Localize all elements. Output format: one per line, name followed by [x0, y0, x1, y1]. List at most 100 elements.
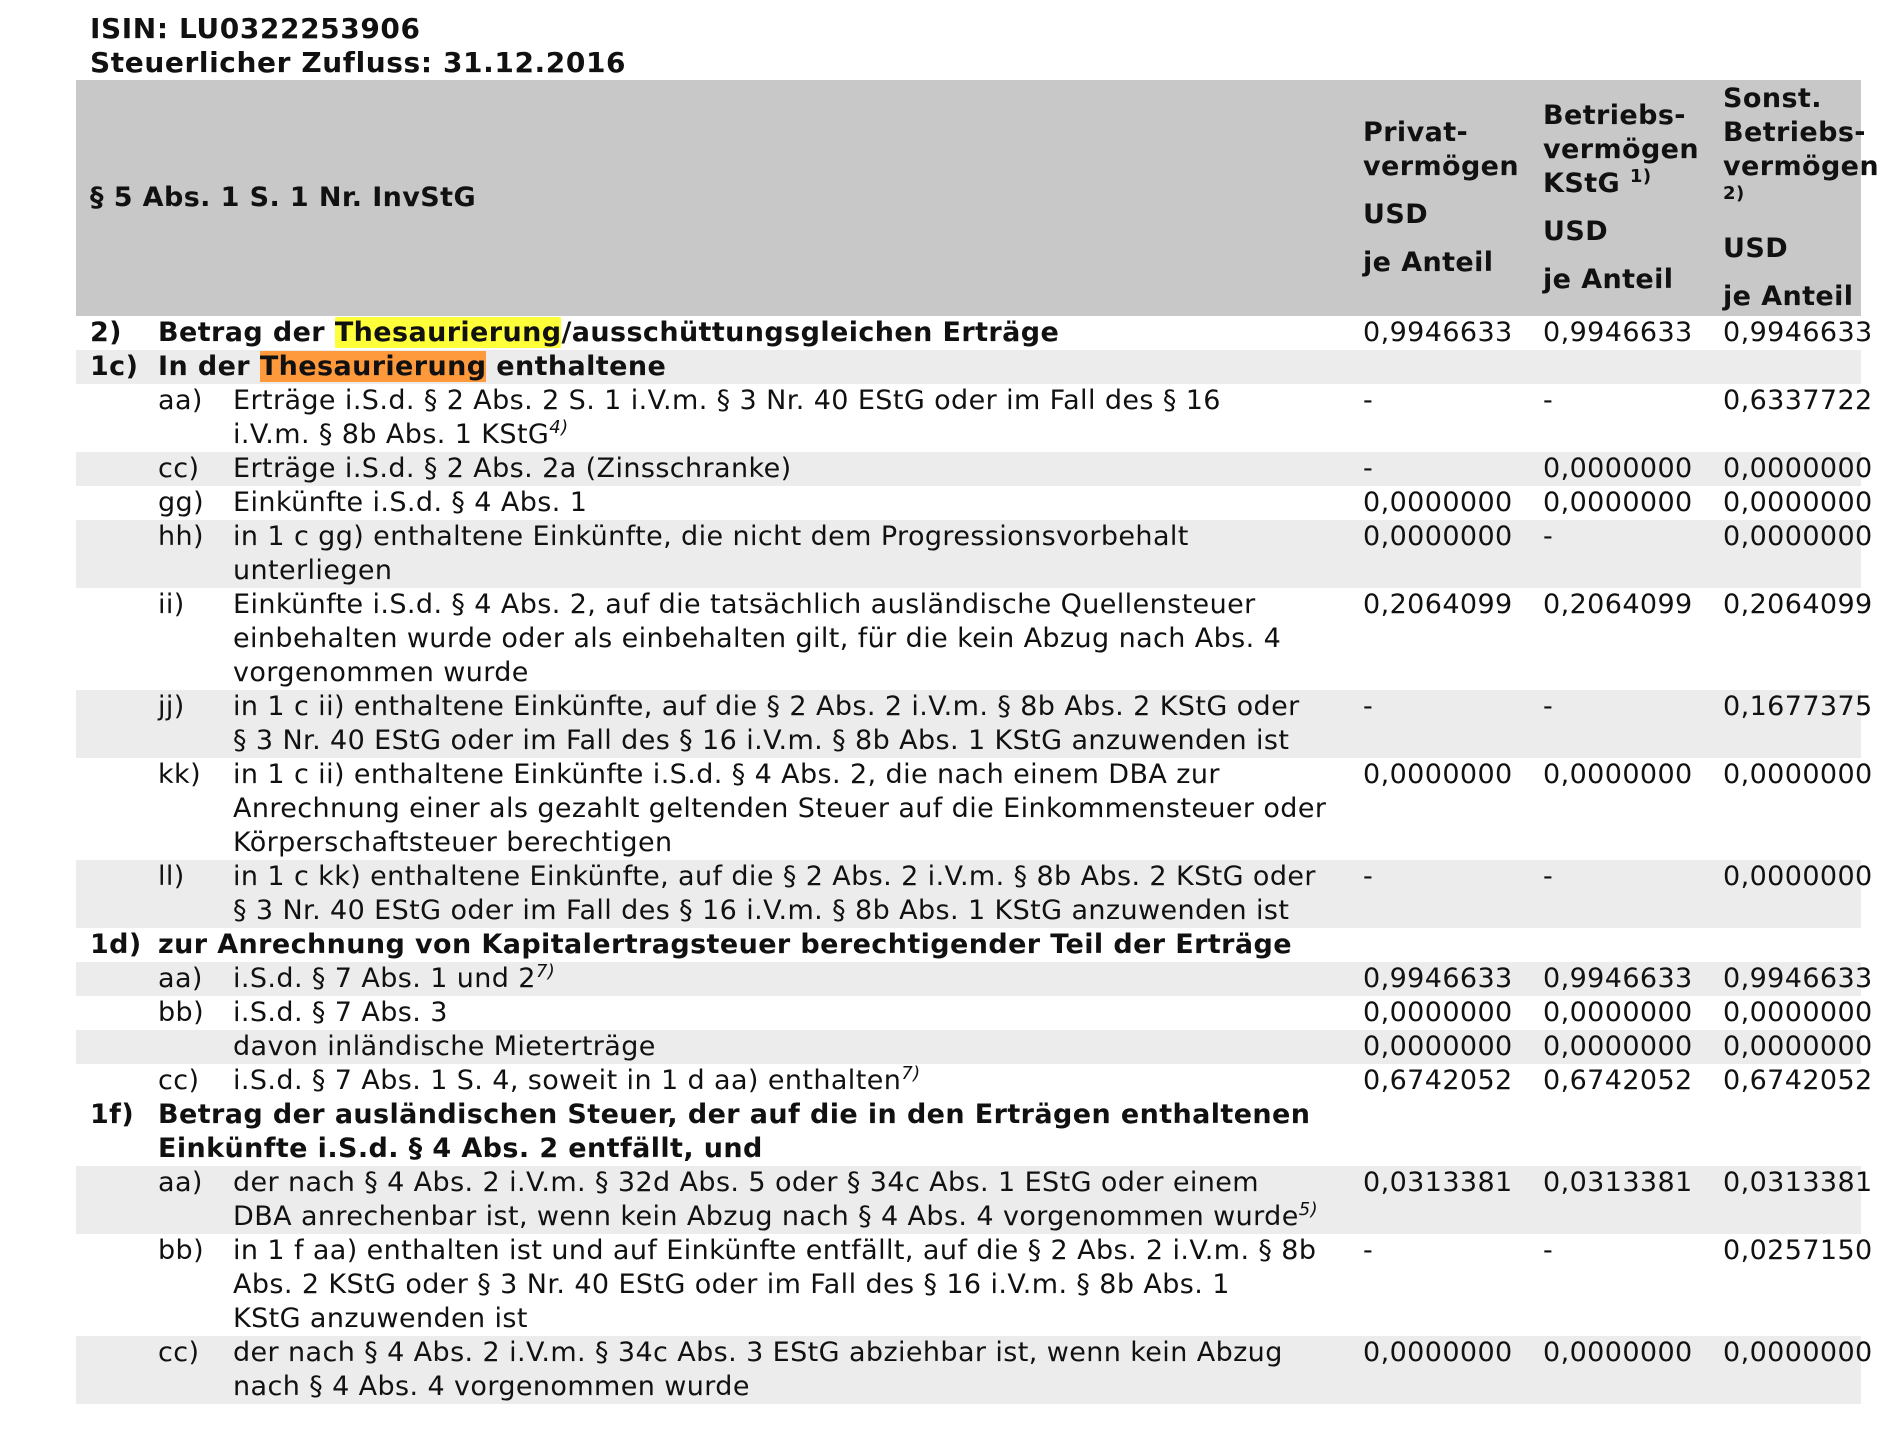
value-cell: 0,0313381: [1543, 1166, 1724, 1234]
value-cell: -: [1363, 385, 1374, 416]
value-cell: 0,2064099: [1363, 589, 1513, 620]
description-line: in 1 c ii) enthaltene Einkünfte, auf die…: [233, 691, 1300, 722]
value-cell: 0,0000000: [1723, 520, 1872, 588]
value-cell: 0,0000000: [1363, 487, 1513, 518]
row-description: in 1 c kk) enthaltene Einkünfte, auf die…: [233, 860, 1364, 928]
section-code: 2): [90, 317, 122, 348]
code-cell: [76, 1064, 158, 1098]
description-line: i.S.d. § 7 Abs. 1 und 2: [233, 963, 536, 994]
header-sonst-betriebsvermoegen: Sonst. Betriebs- vermögen 2) USD je Ante…: [1723, 80, 1880, 316]
description-line: in 1 c ii) enthaltene Einkünfte i.S.d. §…: [233, 759, 1220, 790]
section-row-2: 2) Betrag der Thesaurierung/ausschüttung…: [76, 316, 1873, 350]
description-line: in 1 f aa) enthalten ist und auf Einkünf…: [233, 1235, 1317, 1266]
value-cell: 0,0000000: [1363, 1336, 1544, 1404]
value-cell: 0,0000000: [1723, 1336, 1872, 1404]
description-line: § 3 Nr. 40 EStG oder im Fall des § 16 i.…: [233, 895, 1290, 926]
h1-l2: vermögen: [1363, 151, 1520, 182]
footnote-ref: 5): [1298, 1199, 1319, 1220]
value-cell: 0,9946633: [1723, 317, 1873, 348]
value-cell: 0,9946633: [1543, 962, 1724, 996]
h2-l3: KStG: [1543, 168, 1621, 199]
description-line: der nach § 4 Abs. 2 i.V.m. § 32d Abs. 5 …: [233, 1167, 1259, 1198]
tax-table: § 5 Abs. 1 S. 1 Nr. InvStG Privat- vermö…: [76, 80, 1880, 1404]
sub-code: ll): [158, 860, 233, 928]
row-description: in 1 c ii) enthaltene Einkünfte i.S.d. §…: [233, 758, 1363, 860]
table-row: gg) Einkünfte i.S.d. § 4 Abs. 1 0,0000000 0…: [76, 486, 1872, 520]
value-cell: 0,0000000: [1363, 997, 1513, 1028]
value-cell: 0,6742052: [1543, 1065, 1693, 1096]
h1-l3: USD: [1363, 199, 1429, 230]
description-line: Einkünfte i.S.d. § 4 Abs. 1: [233, 487, 588, 518]
footnote-ref: 7): [535, 961, 556, 982]
value-cell: 0,0000000: [1543, 1030, 1724, 1064]
footnote-ref: 4): [549, 417, 569, 438]
sub-code: aa): [158, 1166, 233, 1234]
rows-1d: aa) i.S.d. § 7 Abs. 1 und 27) 0,9946633 0,9…: [76, 961, 1873, 1098]
header-privatvermoegen: Privat- vermögen USD je Anteil: [1363, 80, 1544, 316]
h3-l3: vermögen: [1723, 151, 1880, 182]
footnote-ref: 7): [901, 1063, 921, 1084]
sub-code: kk): [158, 759, 202, 790]
h3-l5: je Anteil: [1723, 281, 1854, 312]
value-cell: -: [1543, 1235, 1554, 1266]
section-code: 1c): [76, 350, 158, 384]
value-cell: -: [1363, 1235, 1374, 1266]
code-cell: [76, 1166, 158, 1234]
value-cell: 0,0000000: [1723, 860, 1872, 928]
h3-l4: USD: [1723, 233, 1789, 264]
sub-code: aa): [158, 385, 203, 416]
table-row: ll) in 1 c kk) enthaltene Einkünfte, auf …: [76, 860, 1872, 928]
value-cell: 0,0313381: [1723, 1166, 1872, 1234]
code-cell: [76, 384, 158, 452]
rows-1c: aa) Erträge i.S.d. § 2 Abs. 2 S. 1 i.V.m.…: [76, 384, 1873, 928]
value-cell: 0,0000000: [1723, 1030, 1873, 1064]
code-cell: [76, 1336, 158, 1404]
h2-sup: 1): [1629, 166, 1652, 187]
value-cell: 0,2064099: [1723, 589, 1873, 620]
s1c-pre: In der: [158, 351, 260, 382]
section-row-1f: 1f) Betrag der ausländischen Steuer, der…: [76, 1098, 1861, 1166]
description-line: Abs. 2 KStG oder § 3 Nr. 40 EStG oder im…: [233, 1269, 1230, 1300]
value-cell: -: [1363, 452, 1544, 486]
h1-l4: je Anteil: [1363, 247, 1494, 278]
description-line: DBA anrechenbar ist, wenn kein Abzug nac…: [233, 1201, 1299, 1232]
description-line: einbehalten wurde oder als einbehalten g…: [233, 623, 1282, 654]
row-description: der nach § 4 Abs. 2 i.V.m. § 34c Abs. 3 …: [233, 1336, 1364, 1404]
value-cell: 0,6742052: [1363, 1065, 1513, 1096]
description-line: Anrechnung einer als gezahlt geltenden S…: [233, 793, 1327, 824]
sub-code: bb): [158, 1235, 205, 1266]
row-description: Einkünfte i.S.d. § 4 Abs. 2, auf die tat…: [233, 588, 1363, 690]
value-cell: 0,0000000: [1723, 759, 1873, 790]
row-description: i.S.d. § 7 Abs. 1 S. 4, soweit in 1 d aa…: [233, 1064, 1363, 1098]
table-row: jj) in 1 c ii) enthaltene Einkünfte, auf …: [76, 690, 1872, 758]
highlight-yellow: Thesaurierung: [334, 317, 562, 348]
value-cell: 0,0000000: [1363, 1030, 1544, 1064]
sub-code: [158, 1030, 233, 1064]
value-cell: 0,0000000: [1543, 759, 1693, 790]
s1f-line2: Einkünfte i.S.d. § 4 Abs. 2 entfällt, un…: [158, 1133, 763, 1164]
description-line: Erträge i.S.d. § 2 Abs. 2 S. 1 i.V.m. § …: [233, 385, 1221, 416]
value-cell: 0,0313381: [1363, 1166, 1544, 1234]
value-cell: 0,9946633: [1363, 962, 1544, 996]
table-row: kk) in 1 c ii) enthaltene Einkünfte i.S.d…: [76, 758, 1873, 860]
value-cell: 0,6337722: [1723, 385, 1873, 416]
row-description: Erträge i.S.d. § 2 Abs. 2 S. 1 i.V.m. § …: [233, 384, 1363, 452]
h2-l2: vermögen: [1543, 134, 1700, 165]
h2-l1: Betriebs-: [1543, 100, 1686, 131]
sub-code: gg): [158, 487, 205, 518]
value-cell: 0,0000000: [1543, 487, 1693, 518]
description-line: § 3 Nr. 40 EStG oder im Fall des § 16 i.…: [233, 725, 1290, 756]
section-code: 1f): [90, 1099, 135, 1130]
table-row: aa) i.S.d. § 7 Abs. 1 und 27) 0,9946633 0,9…: [76, 961, 1872, 996]
code-cell: [76, 1030, 158, 1064]
row-description: der nach § 4 Abs. 2 i.V.m. § 32d Abs. 5 …: [233, 1166, 1364, 1234]
code-cell: [76, 588, 158, 690]
description-line: i.S.d. § 7 Abs. 1 S. 4, soweit in 1 d aa…: [233, 1065, 902, 1096]
code-cell: [76, 520, 158, 588]
value-cell: 0,9946633: [1543, 317, 1693, 348]
sub-code: ii): [158, 589, 185, 620]
table-row: cc) Erträge i.S.d. § 2 Abs. 2a (Zinsschra…: [76, 452, 1873, 486]
value-cell: 0,0000000: [1723, 452, 1873, 486]
h3-l2: Betriebs-: [1723, 117, 1866, 148]
value-cell: 0,0257150: [1723, 1235, 1873, 1266]
